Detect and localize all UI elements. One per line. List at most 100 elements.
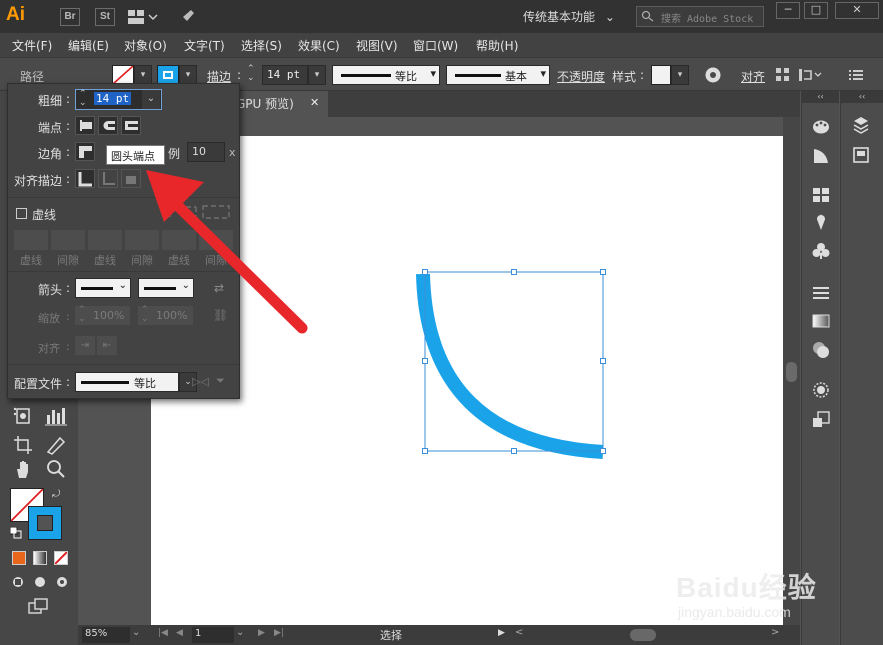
artboard-dropdown-arrow[interactable]: ⌄ — [236, 627, 244, 638]
width-profile-select[interactable]: 等比 — [75, 372, 179, 392]
maximize-button[interactable]: □ — [804, 2, 828, 19]
fill-swatch[interactable] — [112, 65, 134, 85]
color-palette-icon[interactable] — [812, 118, 830, 136]
symbol-sprayer-icon[interactable] — [12, 405, 36, 427]
screen-mode-icon[interactable] — [28, 598, 50, 614]
symbols-icon[interactable] — [812, 242, 830, 260]
status-menu-arrow[interactable]: ▶ — [498, 628, 505, 638]
default-colors-icon[interactable] — [9, 526, 22, 539]
brush-definition-select[interactable]: 基本 ▾ — [446, 65, 550, 85]
stroke-weight-input[interactable]: 14 pt — [262, 65, 308, 85]
menu-edit[interactable]: 编辑(E) — [68, 37, 109, 54]
swap-fill-stroke-icon[interactable]: ⤾ — [52, 489, 66, 501]
stroke-dropdown-arrow[interactable]: ▾ — [179, 65, 197, 85]
fill-dropdown-arrow[interactable]: ▾ — [134, 65, 152, 85]
butt-cap-button[interactable] — [75, 116, 95, 135]
none-mode-button[interactable] — [54, 551, 68, 565]
gpu-rocket-icon[interactable] — [177, 7, 197, 27]
projecting-cap-button[interactable] — [121, 116, 141, 135]
graphic-style-dropdown[interactable]: ▾ — [671, 65, 689, 85]
arrow-tip-at-end-button[interactable]: ⇤ — [97, 336, 117, 355]
menu-select[interactable]: 选择(S) — [241, 37, 282, 54]
selected-arc-path[interactable] — [410, 260, 620, 465]
zoom-tool-icon[interactable] — [44, 458, 68, 480]
minimize-button[interactable]: ─ — [776, 2, 800, 19]
align-label[interactable]: 对齐 — [741, 68, 765, 85]
artboard-tool-icon[interactable] — [12, 434, 36, 456]
weight-stepper[interactable]: ⌃ ⌄ — [79, 90, 87, 108]
scroll-thumb[interactable] — [786, 362, 797, 382]
column-graph-icon[interactable] — [44, 405, 68, 427]
document-tab-title[interactable]: GPU 预览) — [236, 95, 294, 112]
menu-file[interactable]: 文件(F) — [12, 37, 52, 54]
zoom-level-field[interactable]: 85% — [82, 627, 130, 643]
workspace-switcher[interactable]: 传统基本功能 ⌄ — [523, 8, 615, 25]
menu-object[interactable]: 对象(O) — [124, 37, 167, 54]
links-panel-icon[interactable] — [852, 146, 870, 164]
scroll-right-arrow[interactable]: > — [771, 627, 779, 638]
swatches-icon[interactable] — [812, 186, 830, 204]
dashed-line-checkbox[interactable] — [16, 208, 27, 219]
arrange-documents-icon[interactable] — [128, 9, 158, 25]
gradient-mode-button[interactable] — [33, 551, 47, 565]
close-window-button[interactable]: ✕ — [835, 2, 879, 19]
menu-effect[interactable]: 效果(C) — [298, 37, 340, 54]
color-guide-icon[interactable] — [812, 147, 830, 165]
color-mode-button[interactable] — [12, 551, 26, 565]
collapse-panels-icon[interactable]: ‹‹ — [802, 91, 839, 103]
align-stroke-outside-button[interactable] — [121, 169, 141, 188]
scroll-left-arrow[interactable]: < — [515, 627, 523, 638]
menu-view[interactable]: 视图(V) — [356, 37, 398, 54]
gradient-panel-icon[interactable] — [812, 312, 830, 330]
appearance-panel-icon[interactable] — [812, 381, 830, 399]
slice-tool-icon[interactable] — [44, 434, 68, 456]
vertical-scrollbar[interactable] — [783, 117, 800, 625]
stroke-swatch[interactable] — [157, 65, 179, 85]
drawing-modes-icons[interactable] — [11, 575, 69, 589]
arrow-tip-beyond-button[interactable]: ⇥ — [75, 336, 95, 355]
transform-grid-icon[interactable] — [776, 68, 790, 82]
weight-dropdown-arrow[interactable]: ⌄ — [142, 90, 160, 109]
flip-along-icon[interactable]: ▷◁ — [192, 375, 209, 388]
graphic-style-swatch[interactable] — [651, 65, 671, 85]
variable-width-profile-select[interactable]: 等比 ▾ — [332, 65, 440, 85]
artboard-number-field[interactable]: 1 — [192, 627, 234, 643]
zoom-dropdown-arrow[interactable]: ⌄ — [132, 627, 140, 638]
flip-across-icon[interactable]: ⏷ — [216, 374, 225, 388]
panel-menu-icon[interactable] — [849, 68, 863, 82]
horizontal-scroll-thumb[interactable] — [630, 629, 656, 641]
weight-field[interactable]: ⌃ ⌄ 14 pt ⌄ — [75, 89, 162, 110]
bridge-button[interactable]: Br — [60, 8, 80, 26]
start-arrowhead-select[interactable]: ⌄ — [75, 278, 131, 298]
transparency-panel-icon[interactable] — [812, 341, 830, 359]
recolor-artwork-icon[interactable] — [704, 66, 722, 84]
first-artboard-icon[interactable]: |◀ — [158, 628, 168, 638]
weight-input-value[interactable]: 14 pt — [94, 92, 132, 105]
start-scale-field[interactable]: ⌃ ⌄ 100% — [75, 306, 130, 325]
round-cap-button[interactable] — [98, 116, 118, 135]
miter-limit-input[interactable]: 10 — [187, 142, 225, 162]
miter-join-button[interactable] — [75, 142, 95, 161]
stroke-weight-stepper[interactable]: ⌃ ⌄ — [247, 65, 261, 85]
isolate-object-icon[interactable] — [799, 67, 823, 83]
stroke-weight-dropdown[interactable]: ▾ — [308, 65, 326, 85]
scale-stepper[interactable]: ⌃ ⌄ — [78, 306, 86, 324]
stroke-panel-icon[interactable] — [812, 284, 830, 302]
menu-window[interactable]: 窗口(W) — [413, 37, 458, 54]
prev-artboard-icon[interactable]: ◀ — [176, 628, 183, 638]
brushes-icon[interactable] — [812, 213, 830, 231]
align-stroke-inside-button[interactable] — [98, 169, 118, 188]
menu-type[interactable]: 文字(T) — [184, 37, 225, 54]
align-stroke-center-button[interactable] — [75, 169, 95, 188]
stock-search-input[interactable]: 搜索 Adobe Stock — [636, 6, 764, 27]
opacity-label[interactable]: 不透明度 — [557, 68, 605, 85]
close-tab-icon[interactable]: ✕ — [310, 96, 319, 109]
stroke-color-swatch[interactable] — [28, 506, 62, 540]
menu-help[interactable]: 帮助(H) — [476, 37, 518, 54]
libraries-icon[interactable] — [852, 116, 870, 134]
next-artboard-icon[interactable]: ▶ — [258, 628, 265, 638]
graphic-styles-icon[interactable] — [812, 411, 830, 429]
hand-tool-icon[interactable] — [12, 458, 36, 480]
last-artboard-icon[interactable]: ▶| — [274, 628, 284, 638]
stock-button[interactable]: St — [95, 8, 115, 26]
